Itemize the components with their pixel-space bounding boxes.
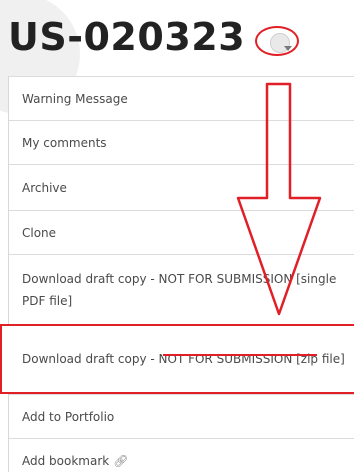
menu-item-label: Download draft copy - NOT FOR SUBMISSION… bbox=[22, 352, 345, 366]
annotation-underline bbox=[163, 354, 317, 356]
menu-item-label: Clone bbox=[22, 225, 57, 240]
menu-item-download-pdf[interactable]: Download draft copy - NOT FOR SUBMISSION… bbox=[9, 254, 354, 324]
menu-item-add-bookmark[interactable]: Add bookmark 🔗︎ bbox=[9, 438, 354, 472]
menu-item-label: Download draft copy - NOT FOR SUBMISSION… bbox=[22, 271, 337, 308]
menu-item-label: Archive bbox=[22, 180, 67, 195]
menu-item-add-to-portfolio[interactable]: Add to Portfolio bbox=[9, 394, 354, 438]
menu-item-my-comments[interactable]: My comments bbox=[9, 120, 354, 164]
menu-item-label: Add bookmark bbox=[22, 453, 110, 468]
record-header: US-020323 bbox=[0, 0, 354, 114]
menu-item-warning-message[interactable]: Warning Message bbox=[9, 76, 354, 120]
menu-item-label: My comments bbox=[22, 135, 107, 150]
page: US-020323 Warning Message My comments Ar… bbox=[0, 0, 354, 472]
link-icon: 🔗︎ bbox=[113, 453, 129, 468]
menu-item-clone[interactable]: Clone bbox=[9, 210, 354, 254]
annotation-circle bbox=[255, 26, 299, 56]
menu-item-download-zip[interactable]: Download draft copy - NOT FOR SUBMISSION… bbox=[0, 324, 354, 394]
actions-menu: Warning Message My comments Archive Clon… bbox=[0, 76, 354, 472]
menu-item-archive[interactable]: Archive bbox=[9, 164, 354, 210]
record-id-title: US-020323 bbox=[8, 15, 246, 59]
menu-item-label: Warning Message bbox=[22, 91, 128, 106]
menu-item-label: Add to Portfolio bbox=[22, 409, 115, 424]
